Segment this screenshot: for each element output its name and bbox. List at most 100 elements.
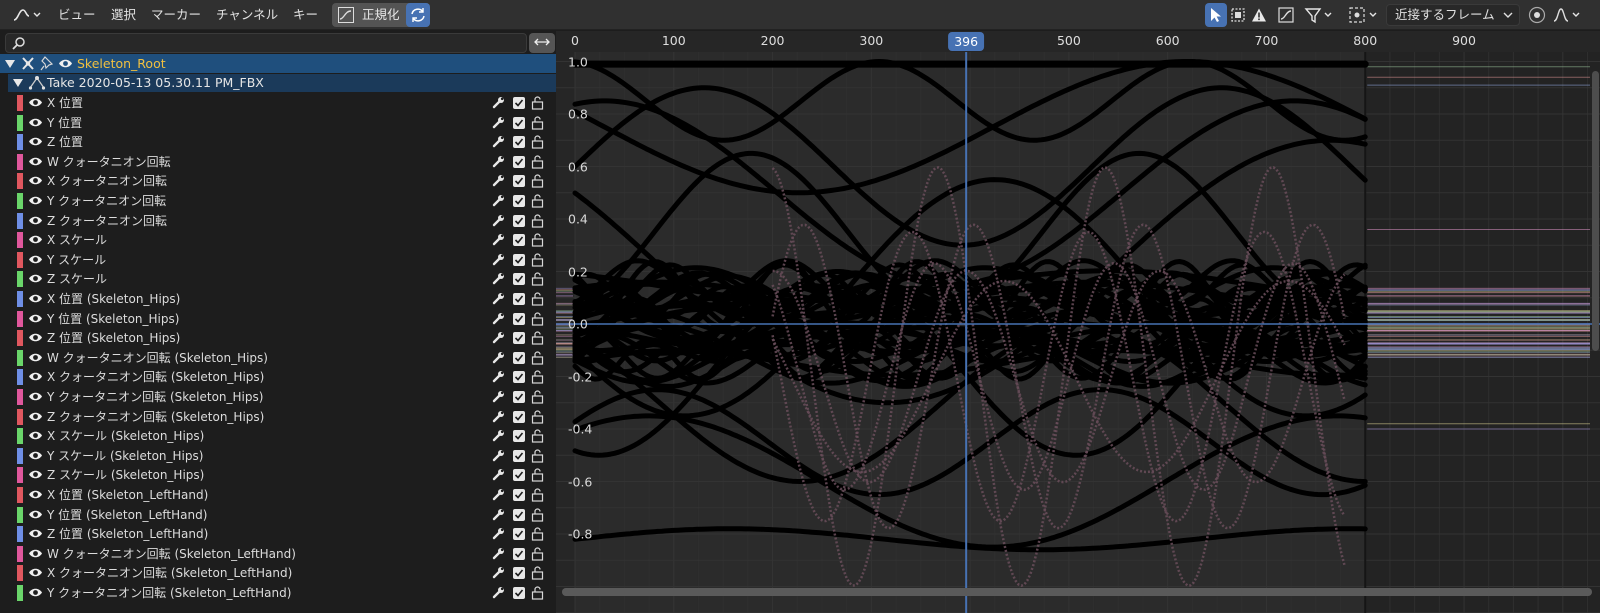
unlock-icon[interactable] [531, 449, 544, 463]
wrench-icon[interactable] [492, 331, 505, 344]
channel-color-swatch[interactable] [17, 467, 23, 484]
channel-row[interactable]: W クォータニオン回転 (Skeleton_Hips) [0, 348, 556, 368]
wrench-icon[interactable] [492, 547, 505, 560]
eye-icon[interactable] [28, 351, 43, 364]
channel-color-swatch[interactable] [17, 447, 23, 464]
channel-color-swatch[interactable] [17, 565, 23, 582]
channel-color-swatch[interactable] [17, 134, 23, 151]
unlock-icon[interactable] [531, 488, 544, 502]
graph-region[interactable]: 0100200300400500600700800900 1.00.80.60.… [556, 31, 1600, 613]
unlock-icon[interactable] [531, 174, 544, 188]
channel-color-swatch[interactable] [17, 291, 23, 307]
eye-icon[interactable] [28, 214, 43, 227]
wrench-icon[interactable] [492, 390, 505, 403]
only-errors-button[interactable] [1249, 3, 1269, 27]
channel-checkbox[interactable] [513, 547, 525, 560]
wrench-icon[interactable] [492, 96, 505, 109]
eye-icon[interactable] [28, 135, 43, 148]
unlock-icon[interactable] [531, 508, 544, 522]
wrench-icon[interactable] [492, 566, 505, 579]
unlock-icon[interactable] [531, 547, 544, 561]
channel-color-swatch[interactable] [17, 526, 23, 543]
menu-key[interactable]: キー [293, 0, 318, 30]
channel-color-swatch[interactable] [17, 251, 23, 268]
wrench-icon[interactable] [492, 253, 505, 266]
unlock-icon[interactable] [531, 586, 544, 600]
channel-row[interactable]: Y クォータニオン回転 [0, 191, 556, 211]
unlock-icon[interactable] [531, 566, 544, 580]
unlock-icon[interactable] [531, 253, 544, 267]
eye-icon[interactable] [28, 508, 43, 521]
unlock-icon[interactable] [531, 351, 544, 365]
wrench-icon[interactable] [492, 449, 505, 462]
eye-icon[interactable] [28, 429, 43, 442]
channel-color-swatch[interactable] [17, 487, 23, 503]
eye-icon[interactable] [28, 566, 43, 579]
channel-checkbox[interactable] [513, 116, 525, 129]
channel-color-swatch[interactable] [17, 349, 23, 366]
show-hidden-button[interactable] [1228, 3, 1248, 27]
invert-filter-button[interactable] [529, 33, 555, 53]
eye-icon[interactable] [58, 57, 73, 70]
channel-color-swatch[interactable] [17, 271, 23, 288]
wrench-icon[interactable] [492, 194, 505, 207]
unlock-icon[interactable] [531, 96, 544, 110]
unlock-icon[interactable] [531, 194, 544, 208]
channel-row[interactable]: X スケール [0, 230, 556, 250]
channel-row[interactable]: Z 位置 (Skeleton_Hips) [0, 328, 556, 348]
channel-row[interactable]: Z スケール (Skeleton_Hips) [0, 465, 556, 485]
channel-row[interactable]: Z 位置 [0, 132, 556, 152]
channel-checkbox[interactable] [513, 430, 525, 443]
channel-checkbox[interactable] [513, 253, 525, 266]
wrench-icon[interactable] [492, 233, 505, 246]
unlock-icon[interactable] [531, 410, 544, 424]
channel-checkbox[interactable] [513, 155, 525, 168]
eye-icon[interactable] [28, 468, 43, 481]
wrench-icon[interactable] [492, 292, 505, 305]
eye-icon[interactable] [28, 174, 43, 187]
channel-row[interactable]: Y クォータニオン回転 (Skeleton_LeftHand) [0, 583, 556, 603]
channel-checkbox[interactable] [513, 587, 525, 599]
channel-row[interactable]: X 位置 (Skeleton_LeftHand) [0, 485, 556, 505]
unlock-icon[interactable] [531, 390, 544, 404]
eye-icon[interactable] [28, 253, 43, 266]
menu-view[interactable]: ビュー [58, 0, 96, 30]
channel-row[interactable]: Y クォータニオン回転 (Skeleton_Hips) [0, 387, 556, 407]
curve-canvas[interactable] [556, 31, 1600, 613]
auto-normalize-button[interactable] [406, 3, 430, 27]
search-input[interactable] [5, 33, 527, 53]
falloff-dropdown[interactable] [1550, 3, 1584, 27]
snap-mode-dropdown[interactable]: 近接するフレーム [1386, 4, 1520, 26]
channel-checkbox[interactable] [513, 234, 525, 247]
wrench-icon[interactable] [492, 116, 505, 129]
wrench-icon[interactable] [492, 312, 505, 325]
unlock-icon[interactable] [531, 429, 544, 443]
channel-object-skeleton-root[interactable]: Skeleton_Root [0, 54, 556, 73]
channel-checkbox[interactable] [513, 214, 525, 227]
channel-checkbox[interactable] [513, 528, 525, 541]
channel-row[interactable]: Z クォータニオン回転 (Skeleton_Hips) [0, 407, 556, 427]
scrollbar-thumb[interactable] [562, 588, 1592, 596]
channel-row[interactable]: X クォータニオン回転 [0, 171, 556, 191]
wrench-icon[interactable] [492, 410, 505, 423]
current-frame-indicator[interactable]: 396 [948, 32, 985, 51]
unlock-icon[interactable] [531, 331, 544, 345]
unlock-icon[interactable] [531, 135, 544, 149]
channel-checkbox[interactable] [513, 489, 525, 501]
channel-color-swatch[interactable] [17, 193, 23, 209]
unlock-icon[interactable] [531, 292, 544, 306]
channel-row[interactable]: Y 位置 (Skeleton_LeftHand) [0, 505, 556, 525]
vertical-scrollbar[interactable] [1592, 71, 1599, 351]
expand-triangle-icon[interactable] [13, 78, 23, 88]
channel-row[interactable]: Z 位置 (Skeleton_LeftHand) [0, 524, 556, 544]
channel-color-swatch[interactable] [17, 506, 23, 523]
unlock-icon[interactable] [531, 468, 544, 482]
channel-color-swatch[interactable] [17, 212, 23, 229]
unlock-icon[interactable] [531, 312, 544, 326]
channel-row[interactable]: X クォータニオン回転 (Skeleton_Hips) [0, 367, 556, 387]
channel-row[interactable]: Y 位置 [0, 113, 556, 133]
channel-color-swatch[interactable] [17, 545, 23, 562]
channel-checkbox[interactable] [513, 273, 525, 286]
filter-dropdown[interactable] [1302, 3, 1336, 27]
unlock-icon[interactable] [531, 233, 544, 247]
